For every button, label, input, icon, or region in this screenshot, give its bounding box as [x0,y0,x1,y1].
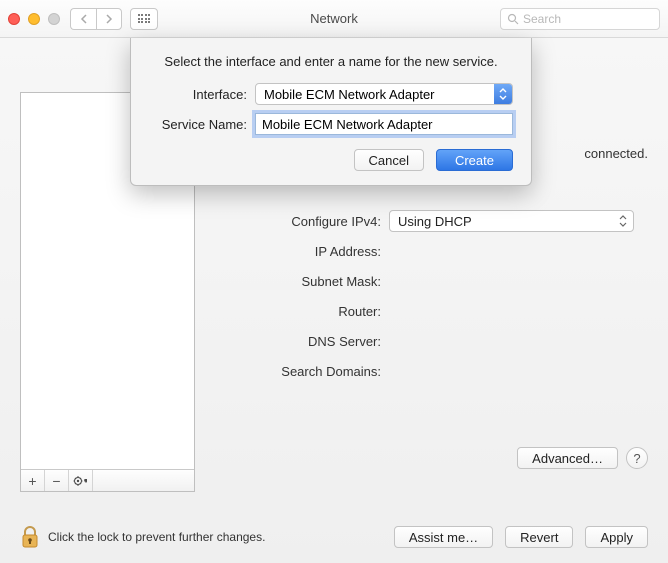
chevron-left-icon [80,14,88,24]
interface-label: Interface: [149,87,255,102]
bottom-buttons: Assist me… Revert Apply [394,526,648,548]
bottom-bar: Click the lock to prevent further change… [20,525,648,549]
service-name-input[interactable] [255,113,513,135]
add-service-button[interactable]: + [21,470,45,491]
forward-button[interactable] [96,8,122,30]
field-configure-ipv4: Configure IPv4: Using DHCP [209,206,648,236]
close-icon[interactable] [8,13,20,25]
dns-server-label: DNS Server: [209,334,389,349]
help-button[interactable]: ? [626,447,648,469]
select-arrows-icon [615,213,631,229]
field-search-domains: Search Domains: [209,356,648,386]
lock-row: Click the lock to prevent further change… [20,525,265,549]
new-service-sheet: Select the interface and enter a name fo… [130,38,532,186]
grid-icon [138,14,151,23]
chevron-right-icon [105,14,113,24]
field-ip-address: IP Address: [209,236,648,266]
search-icon [507,13,519,25]
remove-service-button[interactable]: − [45,470,69,491]
create-button[interactable]: Create [436,149,513,171]
actions-menu-button[interactable] [69,470,93,491]
ip-address-label: IP Address: [209,244,389,259]
traffic-lights [8,13,60,25]
sheet-row-service-name: Service Name: [149,113,513,135]
gear-icon [73,475,89,487]
configure-ipv4-label: Configure IPv4: [209,214,389,229]
search-domains-label: Search Domains: [209,364,389,379]
field-dns-server: DNS Server: [209,326,648,356]
advanced-button[interactable]: Advanced… [517,447,618,469]
configure-ipv4-select[interactable]: Using DHCP [389,210,634,232]
sheet-buttons: Cancel Create [149,149,513,171]
advanced-row: Advanced… ? [517,447,648,469]
cancel-button[interactable]: Cancel [354,149,424,171]
assist-button[interactable]: Assist me… [394,526,493,548]
select-arrows-icon [494,84,512,104]
service-name-label: Service Name: [149,117,255,132]
interface-select[interactable]: Mobile ECM Network Adapter [255,83,513,105]
config-fields: Configure IPv4: Using DHCP IP Address: [209,206,648,386]
lock-text: Click the lock to prevent further change… [48,530,265,544]
router-label: Router: [209,304,389,319]
show-all-button[interactable] [130,8,158,30]
search-input[interactable]: Search [500,8,660,30]
search-placeholder: Search [523,12,561,26]
minimize-icon[interactable] [28,13,40,25]
titlebar: Network Search [0,0,668,38]
sheet-message: Select the interface and enter a name fo… [149,54,513,69]
field-router: Router: [209,296,648,326]
back-button[interactable] [70,8,96,30]
field-subnet-mask: Subnet Mask: [209,266,648,296]
subnet-mask-label: Subnet Mask: [209,274,389,289]
sidebar-toolbar: + − [21,469,194,491]
sheet-row-interface: Interface: Mobile ECM Network Adapter [149,83,513,105]
status-text: connected. [584,146,648,161]
revert-button[interactable]: Revert [505,526,573,548]
lock-icon[interactable] [20,525,40,549]
interface-value: Mobile ECM Network Adapter [264,87,435,102]
zoom-icon [48,13,60,25]
nav-buttons [70,8,122,30]
apply-button[interactable]: Apply [585,526,648,548]
configure-ipv4-value: Using DHCP [398,214,472,229]
